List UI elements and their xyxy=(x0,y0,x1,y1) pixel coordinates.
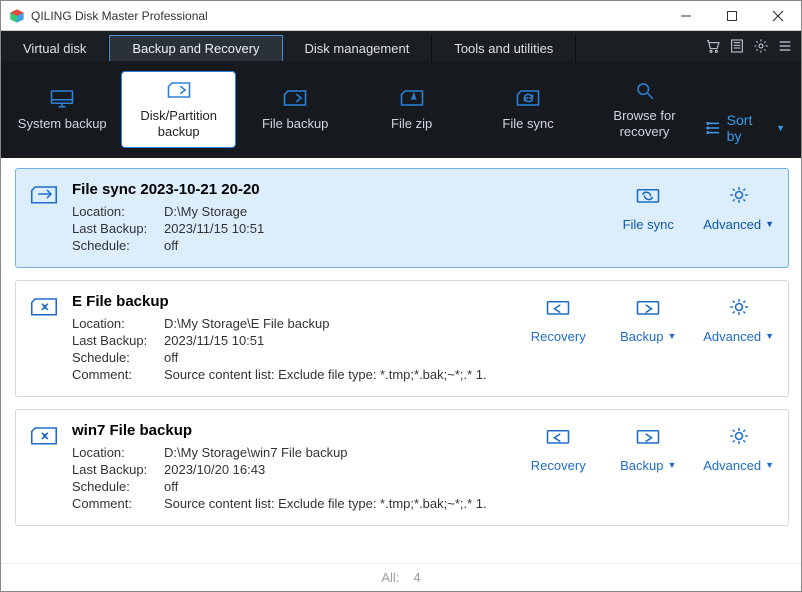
tab-virtual-disk[interactable]: Virtual disk xyxy=(1,35,109,61)
schedule-value: off xyxy=(164,350,178,365)
schedule-label: Schedule: xyxy=(72,479,164,494)
file-sync-button[interactable]: File sync xyxy=(471,71,585,148)
task-type-icon xyxy=(30,181,58,255)
schedule-value: off xyxy=(164,479,178,494)
disk-partition-backup-button[interactable]: Disk/Partition backup xyxy=(121,71,236,148)
menu-icon[interactable] xyxy=(777,38,793,54)
backup-action-label: Backup▼ xyxy=(620,329,676,344)
tab-disk-management[interactable]: Disk management xyxy=(283,35,433,61)
advanced-action[interactable]: Advanced▼ xyxy=(703,183,774,232)
task-name: File sync 2023-10-21 20-20 xyxy=(72,181,599,198)
minimize-button[interactable] xyxy=(663,1,709,31)
backup-action-label: Backup▼ xyxy=(620,458,676,473)
browse-for-recovery-button[interactable]: Browse for recovery xyxy=(587,71,701,148)
last-backup-label: Last Backup: xyxy=(72,221,164,236)
task-card[interactable]: E File backup Location:D:\My Storage\E F… xyxy=(15,280,789,397)
task-card[interactable]: win7 File backup Location:D:\My Storage\… xyxy=(15,409,789,526)
schedule-label: Schedule: xyxy=(72,238,164,253)
close-button[interactable] xyxy=(755,1,801,31)
comment-label: Comment: xyxy=(72,367,164,382)
advanced-action[interactable]: Advanced▼ xyxy=(703,295,774,344)
comment-label: Comment: xyxy=(72,496,164,511)
sort-by-label: Sort by xyxy=(727,112,768,144)
title-bar: QILING Disk Master Professional xyxy=(1,1,801,31)
toolbar-label: Browse for recovery xyxy=(589,108,699,141)
last-backup-value: 2023/11/15 10:51 xyxy=(164,221,264,236)
chevron-down-icon: ▼ xyxy=(776,123,785,133)
backup-action[interactable]: Backup▼ xyxy=(613,295,683,344)
system-backup-button[interactable]: System backup xyxy=(5,71,119,148)
advanced-action-label: Advanced▼ xyxy=(703,217,774,232)
recovery-action[interactable]: Recovery xyxy=(523,295,593,344)
location-value: D:\My Storage\win7 File backup xyxy=(164,445,348,460)
file-zip-button[interactable]: File zip xyxy=(354,71,468,148)
toolbar: System backup Disk/Partition backup File… xyxy=(1,61,801,158)
log-icon[interactable] xyxy=(729,38,745,54)
main-tabs: Virtual disk Backup and Recovery Disk ma… xyxy=(1,31,801,61)
backup-action[interactable]: Backup▼ xyxy=(613,424,683,473)
schedule-value: off xyxy=(164,238,178,253)
last-backup-label: Last Backup: xyxy=(72,462,164,477)
toolbar-label: Disk/Partition backup xyxy=(124,108,233,141)
tab-backup-recovery[interactable]: Backup and Recovery xyxy=(109,35,282,61)
file-backup-button[interactable]: File backup xyxy=(238,71,352,148)
advanced-action-label: Advanced▼ xyxy=(703,329,774,344)
task-actions: Recovery Backup▼ Advanced▼ xyxy=(523,293,774,384)
task-name: win7 File backup xyxy=(72,422,509,439)
task-type-icon xyxy=(30,422,58,513)
location-value: D:\My Storage xyxy=(164,204,247,219)
window-title: QILING Disk Master Professional xyxy=(31,9,663,23)
comment-value: Source content list: Exclude file type: … xyxy=(164,496,487,511)
recovery-action[interactable]: Recovery xyxy=(523,424,593,473)
task-actions: Recovery Backup▼ Advanced▼ xyxy=(523,422,774,513)
comment-value: Source content list: Exclude file type: … xyxy=(164,367,487,382)
task-name: E File backup xyxy=(72,293,509,310)
settings-icon[interactable] xyxy=(753,38,769,54)
recovery-action-label: Recovery xyxy=(531,329,586,344)
status-bar: All: 4 xyxy=(1,563,801,591)
sort-by-button[interactable]: Sort by ▼ xyxy=(706,112,791,148)
maximize-button[interactable] xyxy=(709,1,755,31)
task-card[interactable]: File sync 2023-10-21 20-20 Location:D:\M… xyxy=(15,168,789,268)
schedule-label: Schedule: xyxy=(72,350,164,365)
location-label: Location: xyxy=(72,204,164,219)
toolbar-label: System backup xyxy=(18,116,107,132)
location-label: Location: xyxy=(72,316,164,331)
footer-count: 4 xyxy=(413,570,420,585)
file-sync-action[interactable]: File sync xyxy=(613,183,683,232)
last-backup-value: 2023/10/20 16:43 xyxy=(164,462,265,477)
recovery-action-label: Recovery xyxy=(531,458,586,473)
last-backup-value: 2023/11/15 10:51 xyxy=(164,333,264,348)
location-label: Location: xyxy=(72,445,164,460)
cart-icon[interactable] xyxy=(705,38,721,54)
toolbar-label: File backup xyxy=(262,116,328,132)
task-actions: File sync Advanced▼ xyxy=(613,181,774,255)
footer-all-label: All: xyxy=(381,570,399,585)
advanced-action[interactable]: Advanced▼ xyxy=(703,424,774,473)
app-logo-icon xyxy=(9,8,25,24)
file-sync-action-label: File sync xyxy=(623,217,674,232)
advanced-action-label: Advanced▼ xyxy=(703,458,774,473)
location-value: D:\My Storage\E File backup xyxy=(164,316,329,331)
task-list: File sync 2023-10-21 20-20 Location:D:\M… xyxy=(1,158,801,564)
last-backup-label: Last Backup: xyxy=(72,333,164,348)
tab-tools-utilities[interactable]: Tools and utilities xyxy=(432,35,576,61)
toolbar-label: File zip xyxy=(391,116,432,132)
toolbar-label: File sync xyxy=(502,116,553,132)
task-type-icon xyxy=(30,293,58,384)
